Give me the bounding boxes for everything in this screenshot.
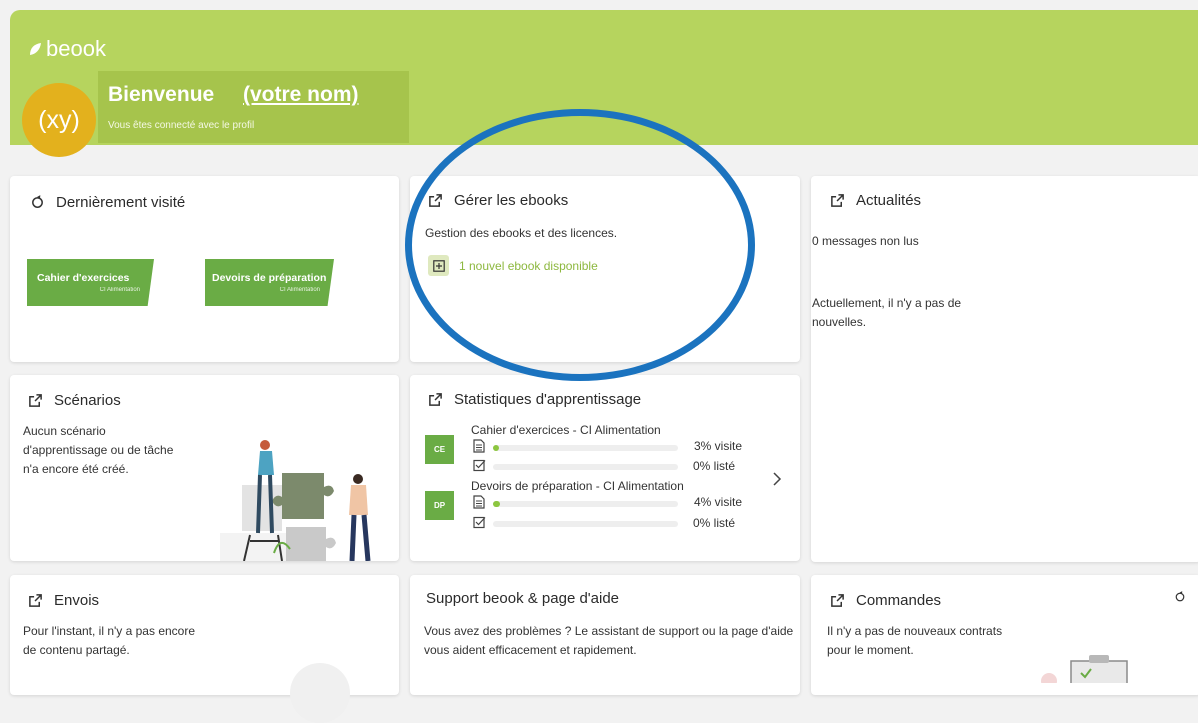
tile-label: Cahier d'exercices	[37, 272, 130, 284]
progress-fill	[493, 501, 501, 507]
leaf-icon	[30, 43, 41, 55]
envois-empty: Pour l'instant, il n'y a pas encore de c…	[23, 624, 196, 657]
tile-sub: CI Alimentation	[279, 287, 320, 293]
ebooks-description: Gestion des ebooks et des licences.	[425, 226, 618, 240]
orders-empty: Il n'y a pas de nouveaux contrats pour l…	[827, 624, 1003, 657]
ebooks-title[interactable]: Gérer les ebooks	[428, 192, 568, 209]
stats-title[interactable]: Statistiques d'apprentissage	[428, 391, 641, 408]
stats-card[interactable]: Statistiques d'apprentissage CE Cahier d…	[410, 375, 800, 561]
visit-label: 3% visite	[693, 439, 742, 453]
listed-label: 0% listé	[692, 459, 735, 473]
external-link-icon	[29, 594, 42, 607]
book-badge[interactable]: CE	[425, 435, 454, 464]
ebooks-title-text: Gérer les ebooks	[454, 192, 569, 209]
refresh-icon	[32, 195, 43, 208]
logo-text: beook	[46, 36, 106, 61]
listed-label: 0% listé	[692, 516, 735, 530]
stats-title-text: Statistiques d'apprentissage	[454, 391, 642, 408]
progress-fill	[493, 445, 499, 451]
scenarios-empty: Aucun scénario d'apprentissage ou de tâc…	[23, 424, 174, 476]
refresh-icon[interactable]	[1174, 591, 1186, 603]
recent-tile-devoirs[interactable]: Devoirs de préparation CI Alimentation	[205, 259, 334, 306]
plus-icon	[428, 255, 449, 276]
envois-title-text: Envois	[54, 592, 100, 609]
puzzle-illustration	[220, 440, 371, 561]
support-card[interactable]: Support beook & page d'aide Vous avez de…	[410, 575, 800, 695]
orders-title-text: Commandes	[856, 592, 942, 609]
book-name[interactable]: Cahier d'exercices - CI Alimentation	[471, 423, 661, 437]
welcome-box	[98, 71, 409, 143]
progress-bar-visit	[493, 445, 678, 451]
progress-bar-listed	[493, 464, 678, 470]
checkbox-icon	[473, 516, 486, 529]
envois-title[interactable]: Envois	[28, 592, 99, 609]
support-title[interactable]: Support beook & page d'aide	[426, 590, 619, 607]
progress-bar-visit	[493, 501, 678, 507]
orders-card[interactable]: Commandes Il n'y a pas de nouveaux contr…	[811, 575, 1198, 695]
clipboard-illustration	[1041, 655, 1128, 683]
news-empty: Actuellement, il n'y a pas de nouvelles.	[812, 296, 962, 329]
document-icon	[473, 495, 485, 509]
chevron-right-icon[interactable]	[772, 471, 782, 487]
avatar-initials: (xy)	[38, 105, 80, 134]
external-link-icon	[429, 194, 442, 207]
welcome-title: Bienvenue	[108, 83, 215, 106]
external-link-icon	[831, 594, 844, 607]
document-icon	[473, 439, 485, 453]
tile-sub: CI Alimentation	[99, 287, 140, 293]
welcome-subtitle: Vous êtes connecté avec le profil	[108, 120, 255, 131]
scenarios-card[interactable]: Scénarios Aucun scénario d'apprentissage…	[10, 375, 399, 561]
news-title[interactable]: Actualités	[830, 192, 921, 209]
news-title-text: Actualités	[856, 192, 922, 209]
new-ebook-text: 1 nouvel ebook disponible	[459, 258, 598, 273]
new-ebook-link[interactable]: 1 nouvel ebook disponible	[428, 255, 598, 276]
beook-logo[interactable]: beook	[28, 36, 106, 62]
envois-card[interactable]: Envois Pour l'instant, il n'y a pas enco…	[10, 575, 399, 723]
external-link-icon	[831, 194, 844, 207]
book-name[interactable]: Devoirs de préparation - CI Alimentation	[471, 479, 684, 493]
scenarios-title-text: Scénarios	[54, 392, 121, 409]
envois-illustration	[290, 663, 350, 723]
recent-title: Dernièrement visité	[30, 194, 185, 211]
support-text: Vous avez des problèmes ? Le assistant d…	[424, 624, 794, 657]
visit-label: 4% visite	[693, 495, 742, 509]
external-link-icon	[29, 394, 42, 407]
orders-title[interactable]: Commandes	[830, 592, 941, 609]
welcome-name: (votre nom)	[243, 83, 359, 106]
recent-title-text: Dernièrement visité	[56, 194, 186, 211]
recent-card: Dernièrement visité Cahier d'exercices C…	[10, 176, 399, 362]
external-link-icon	[429, 393, 442, 406]
news-unread: 0 messages non lus	[812, 234, 919, 248]
scenarios-title[interactable]: Scénarios	[28, 392, 121, 409]
checkbox-icon	[473, 459, 486, 472]
recent-tile-cahier[interactable]: Cahier d'exercices CI Alimentation	[27, 259, 154, 306]
book-badge[interactable]: DP	[425, 491, 454, 520]
ebooks-card[interactable]: Gérer les ebooks Gestion des ebooks et d…	[410, 176, 800, 362]
avatar[interactable]: (xy)	[22, 83, 96, 157]
tile-label: Devoirs de préparation	[212, 272, 327, 284]
news-card[interactable]: Actualités 0 messages non lus Actuelleme…	[811, 176, 1198, 562]
progress-bar-listed	[493, 521, 678, 527]
